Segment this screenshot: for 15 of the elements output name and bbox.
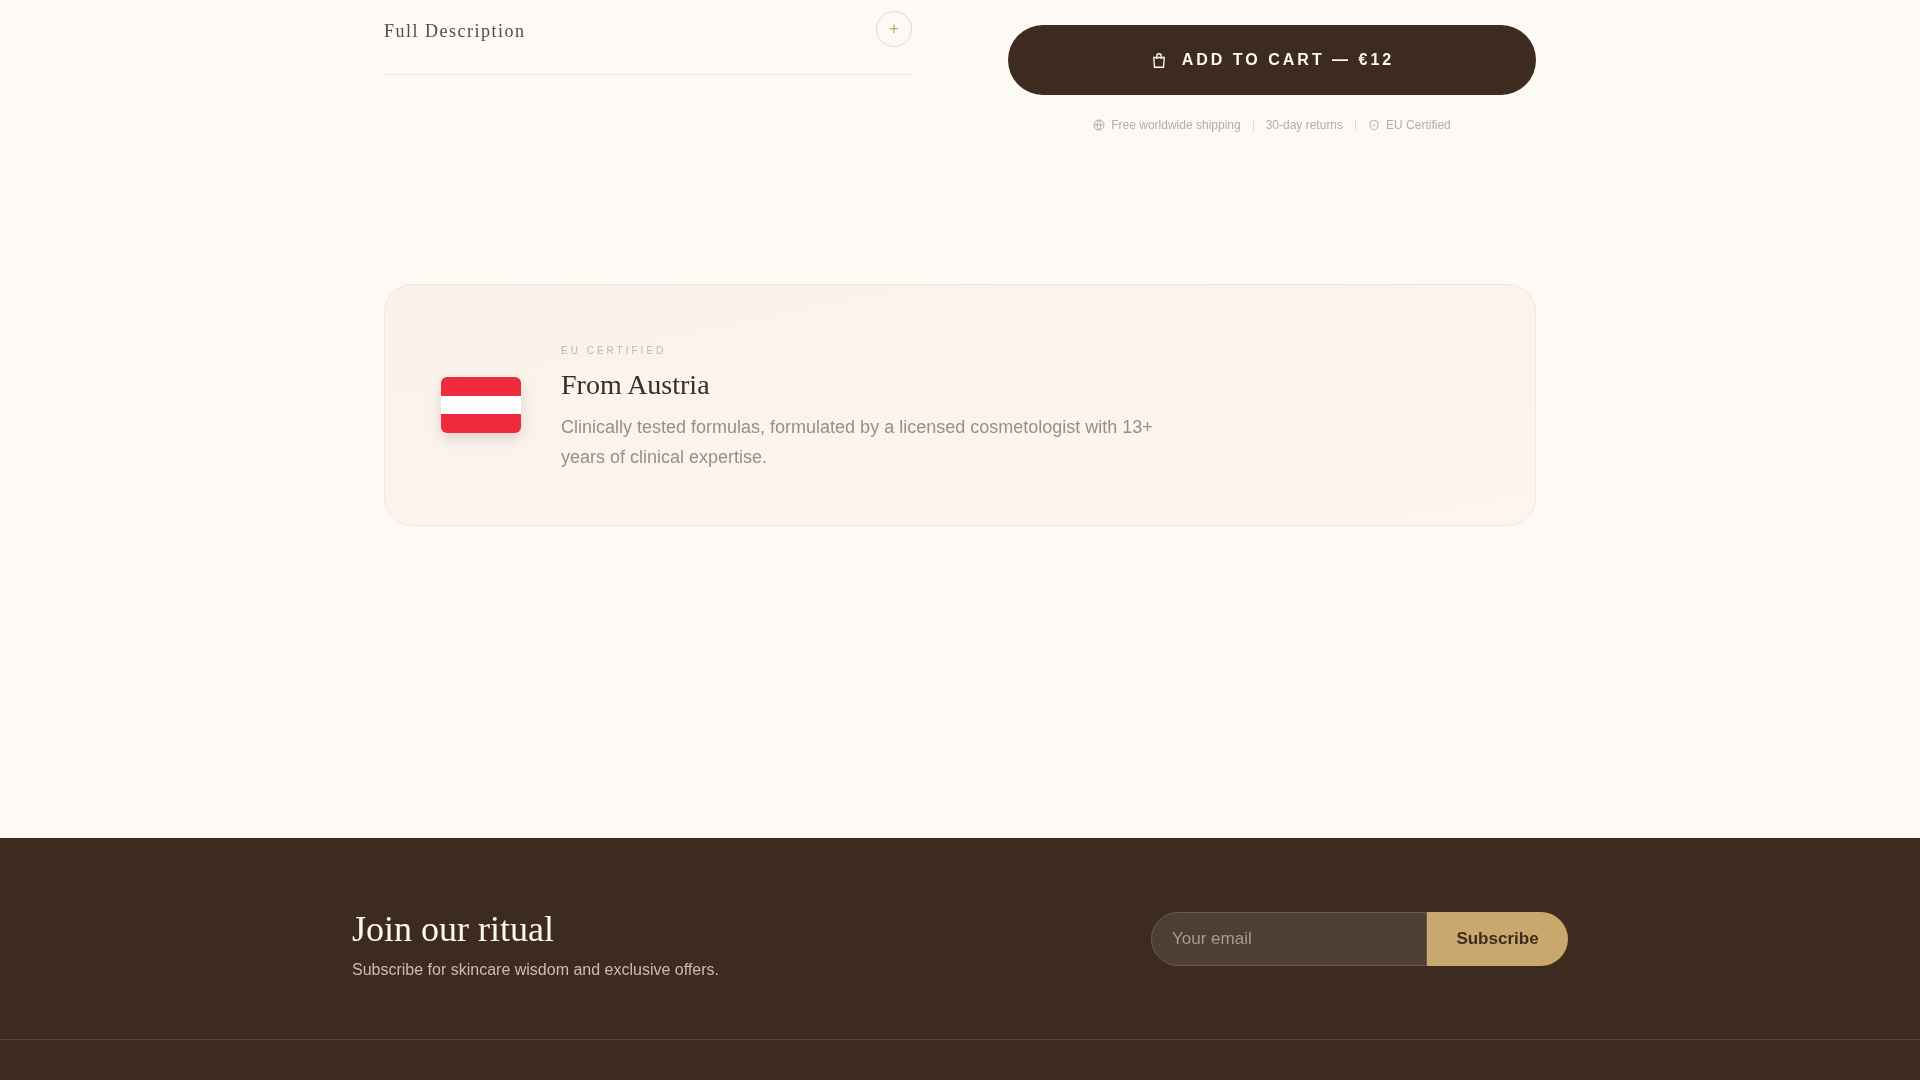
trust-label: Free worldwide shipping [1111,117,1241,134]
subscribe-button[interactable]: Subscribe [1427,911,1568,966]
card-description: Clinically tested formulas, formulated by a licensed cosmetologist with 13+ years of clinical expertise. [561,415,1154,469]
newsletter-title: Join our ritual [352,907,555,951]
globe-icon [1093,119,1106,131]
accordion-title: Full Description [384,20,526,43]
shield-icon [1368,119,1381,131]
trust-label: 30-day returns [1265,117,1344,134]
add-to-cart-button[interactable]: ADD TO CART — €12 [1008,25,1536,95]
austria-flag-icon [441,377,521,433]
card-title: From Austria [561,367,711,402]
trust-label: EU Certified [1386,117,1451,134]
eyebrow-label: EU CERTIFIED [561,343,668,358]
email-field[interactable]: Your email [1151,911,1427,966]
newsletter-subtitle: Subscribe for skincare wisdom and exclusive offers. [352,959,719,980]
